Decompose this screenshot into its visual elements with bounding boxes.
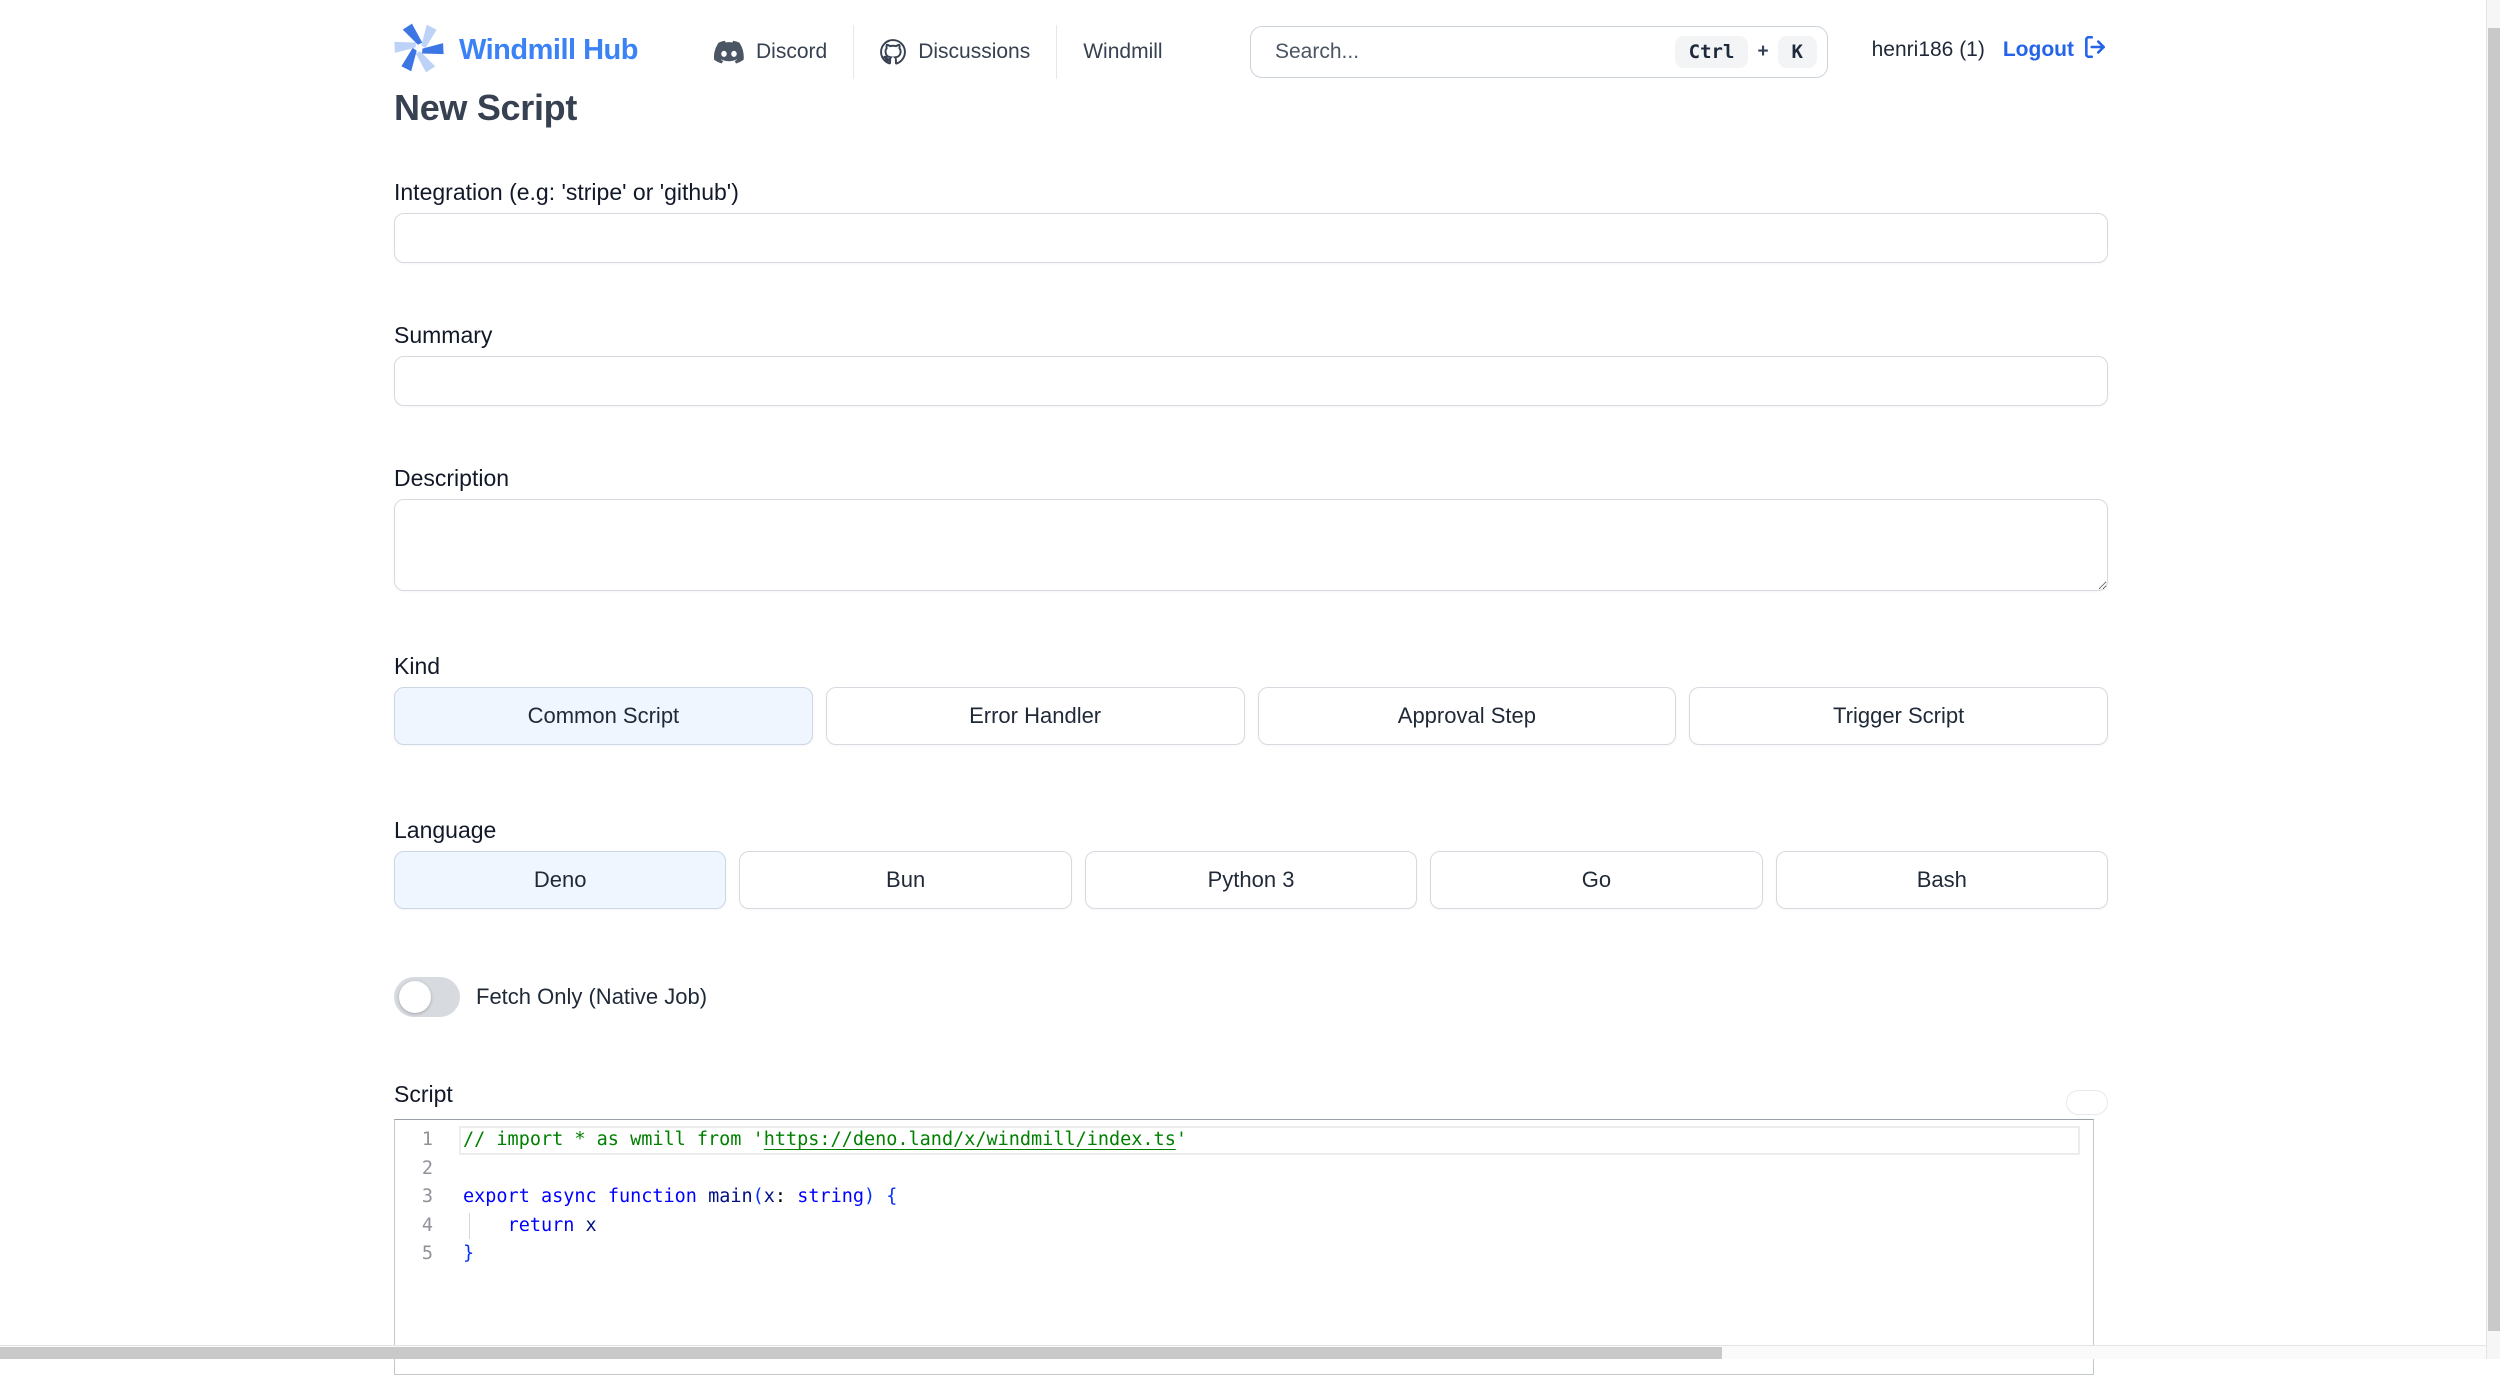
description-field-group: Description bbox=[394, 463, 2108, 596]
vertical-scrollbar-thumb[interactable] bbox=[2488, 28, 2500, 1331]
code-token: : bbox=[775, 1186, 797, 1207]
description-textarea[interactable] bbox=[394, 499, 2108, 591]
code-line-2 bbox=[463, 1155, 2093, 1184]
code-token: } bbox=[463, 1243, 474, 1264]
main-content: New Script Integration (e.g: 'stripe' or… bbox=[394, 0, 2108, 1375]
code-token: x bbox=[764, 1186, 775, 1207]
language-label: Language bbox=[394, 815, 2108, 845]
code-token bbox=[574, 1215, 585, 1236]
code-token: https://deno.land/x/windmill/index.ts bbox=[764, 1129, 1176, 1150]
language-option-go[interactable]: Go bbox=[1430, 851, 1762, 909]
code-token: function bbox=[608, 1186, 697, 1207]
code-token: ' bbox=[1176, 1129, 1187, 1150]
language-option-python-3[interactable]: Python 3 bbox=[1085, 851, 1417, 909]
code-content: // import * as wmill from 'https://deno.… bbox=[457, 1126, 2093, 1269]
code-token bbox=[875, 1186, 886, 1207]
code-token bbox=[530, 1186, 541, 1207]
indent-guide bbox=[469, 1213, 470, 1240]
code-token: return bbox=[508, 1215, 575, 1236]
kind-label: Kind bbox=[394, 651, 2108, 681]
code-scroll-area: 12345 // import * as wmill from 'https:/… bbox=[395, 1120, 2093, 1269]
code-token: ( bbox=[753, 1186, 764, 1207]
line-number: 2 bbox=[395, 1155, 433, 1184]
integration-field-group: Integration (e.g: 'stripe' or 'github') bbox=[394, 177, 2108, 263]
fetch-only-toggle[interactable] bbox=[394, 977, 460, 1017]
kind-option-common-script[interactable]: Common Script bbox=[394, 687, 813, 745]
toggle-knob bbox=[399, 981, 431, 1013]
code-token: x bbox=[586, 1215, 597, 1236]
horizontal-scrollbar-thumb[interactable] bbox=[0, 1347, 1722, 1359]
code-token: { bbox=[886, 1186, 897, 1207]
code-line-5: } bbox=[463, 1240, 2093, 1269]
fetch-only-label: Fetch Only (Native Job) bbox=[476, 984, 707, 1010]
code-line-3: export async function main(x: string) { bbox=[463, 1183, 2093, 1212]
editor-scrollbar[interactable] bbox=[2080, 1120, 2093, 1374]
vertical-scrollbar[interactable] bbox=[2486, 0, 2500, 1359]
code-token: export bbox=[463, 1186, 530, 1207]
code-token: async bbox=[541, 1186, 597, 1207]
horizontal-scrollbar[interactable] bbox=[0, 1345, 2486, 1359]
fetch-only-group: Fetch Only (Native Job) bbox=[394, 977, 2108, 1017]
code-line-4: return x bbox=[463, 1212, 2093, 1241]
integration-label: Integration (e.g: 'stripe' or 'github') bbox=[394, 177, 2108, 207]
script-field-group: Script 12345 // import * as wmill from '… bbox=[394, 1079, 2108, 1375]
language-options: DenoBunPython 3GoBash bbox=[394, 851, 2108, 909]
code-token: main bbox=[708, 1186, 753, 1207]
code-token: // import * as wmill from ' bbox=[463, 1129, 764, 1150]
summary-input[interactable] bbox=[394, 356, 2108, 406]
description-label: Description bbox=[394, 463, 2108, 493]
page-title: New Script bbox=[394, 85, 2108, 131]
code-editor[interactable]: 12345 // import * as wmill from 'https:/… bbox=[394, 1119, 2094, 1375]
line-number: 4 bbox=[395, 1212, 433, 1241]
summary-field-group: Summary bbox=[394, 320, 2108, 406]
code-token bbox=[697, 1186, 708, 1207]
line-number: 3 bbox=[395, 1183, 433, 1212]
kind-option-error-handler[interactable]: Error Handler bbox=[826, 687, 1245, 745]
kind-options: Common ScriptError HandlerApproval StepT… bbox=[394, 687, 2108, 745]
code-token: ) bbox=[864, 1186, 875, 1207]
language-option-deno[interactable]: Deno bbox=[394, 851, 726, 909]
editor-options-pill[interactable] bbox=[2066, 1090, 2108, 1115]
line-number-gutter: 12345 bbox=[395, 1126, 457, 1269]
language-option-bash[interactable]: Bash bbox=[1776, 851, 2108, 909]
line-number: 5 bbox=[395, 1240, 433, 1269]
summary-label: Summary bbox=[394, 320, 2108, 350]
kind-option-trigger-script[interactable]: Trigger Script bbox=[1689, 687, 2108, 745]
code-token: string bbox=[797, 1186, 864, 1207]
integration-input[interactable] bbox=[394, 213, 2108, 263]
code-token bbox=[597, 1186, 608, 1207]
language-option-bun[interactable]: Bun bbox=[739, 851, 1071, 909]
kind-field-group: Kind Common ScriptError HandlerApproval … bbox=[394, 651, 2108, 745]
script-label: Script bbox=[394, 1079, 453, 1109]
language-field-group: Language DenoBunPython 3GoBash bbox=[394, 815, 2108, 909]
code-line-1: // import * as wmill from 'https://deno.… bbox=[463, 1126, 2093, 1155]
script-header-row: Script bbox=[394, 1079, 2108, 1109]
line-number: 1 bbox=[395, 1126, 433, 1155]
kind-option-approval-step[interactable]: Approval Step bbox=[1258, 687, 1677, 745]
